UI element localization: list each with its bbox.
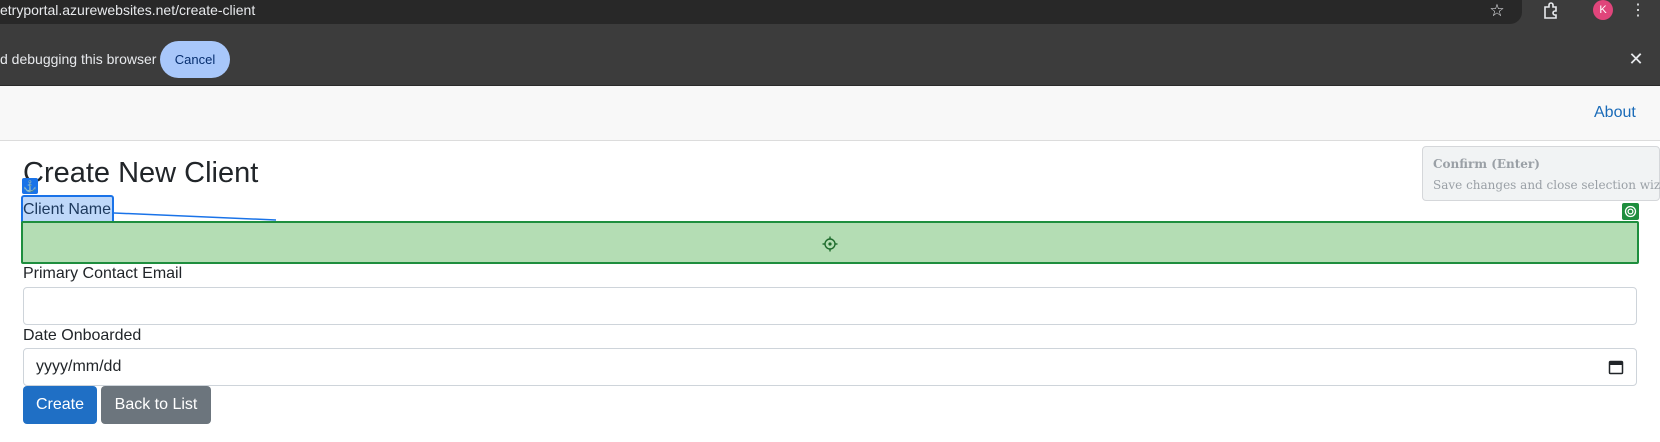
extensions-icon[interactable] xyxy=(1540,0,1562,22)
close-icon[interactable]: ✕ xyxy=(1626,49,1646,69)
date-onboarded-field[interactable]: yyyy/mm/dd xyxy=(23,348,1637,386)
nav-about-link[interactable]: About xyxy=(1594,104,1636,122)
back-to-list-button[interactable]: Back to List xyxy=(101,386,211,424)
date-label: Date Onboarded xyxy=(23,327,142,344)
connector-line xyxy=(113,212,277,221)
email-field[interactable] xyxy=(23,287,1637,325)
more-menu-icon[interactable]: ⋮ xyxy=(1630,0,1646,20)
confirm-tooltip[interactable]: Confirm (Enter) Save changes and close s… xyxy=(1422,146,1660,201)
confirm-description: Save changes and close selection wizard. xyxy=(1433,178,1660,192)
create-button[interactable]: Create xyxy=(23,386,97,424)
profile-avatar[interactable]: K xyxy=(1593,0,1613,20)
date-placeholder: yyyy/mm/dd xyxy=(36,358,122,375)
target-icon xyxy=(1622,203,1639,220)
confirm-title: Confirm (Enter) xyxy=(1433,157,1540,171)
crosshair-icon xyxy=(822,236,838,252)
calendar-icon[interactable] xyxy=(1608,359,1624,375)
email-label: Primary Contact Email xyxy=(23,265,183,282)
bookmark-star-icon[interactable]: ☆ xyxy=(1486,0,1508,22)
